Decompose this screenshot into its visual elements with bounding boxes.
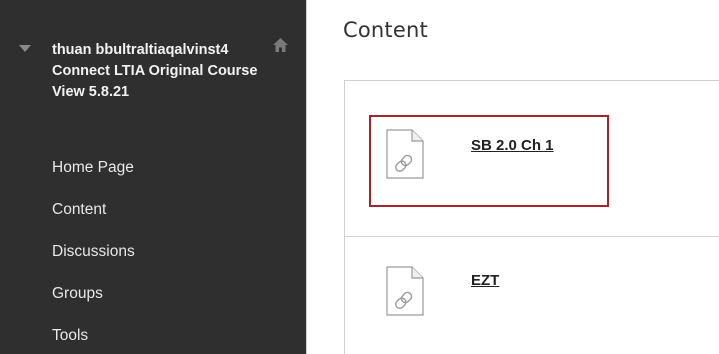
course-header: thuan bbultraltiaqalvinst4 Connect LTIA … xyxy=(0,34,306,138)
content-item-link[interactable]: SB 2.0 Ch 1 xyxy=(471,137,554,154)
page-title: Content xyxy=(343,18,428,42)
content-item: EZT xyxy=(345,256,719,346)
course-title[interactable]: thuan bbultraltiaqalvinst4 Connect LTIA … xyxy=(52,40,262,103)
link-file-icon xyxy=(386,266,424,316)
link-file-icon xyxy=(386,129,424,179)
content-list: SB 2.0 Ch 1 EZT xyxy=(344,80,719,354)
sidebar-item-content[interactable]: Content xyxy=(52,197,106,223)
sidebar-item-groups[interactable]: Groups xyxy=(52,281,103,307)
row-divider xyxy=(345,236,719,237)
content-item: SB 2.0 Ch 1 xyxy=(345,111,719,207)
collapse-arrow-icon[interactable] xyxy=(19,45,31,52)
sidebar-item-discussions[interactable]: Discussions xyxy=(52,239,135,265)
course-sidebar: thuan bbultraltiaqalvinst4 Connect LTIA … xyxy=(0,0,306,354)
sidebar-item-home-page[interactable]: Home Page xyxy=(52,155,134,181)
sidebar-item-tools[interactable]: Tools xyxy=(52,323,88,349)
home-icon[interactable] xyxy=(272,37,289,53)
main-content: Content SB 2.0 Ch 1 EZT xyxy=(307,0,719,354)
content-item-link[interactable]: EZT xyxy=(471,272,499,289)
